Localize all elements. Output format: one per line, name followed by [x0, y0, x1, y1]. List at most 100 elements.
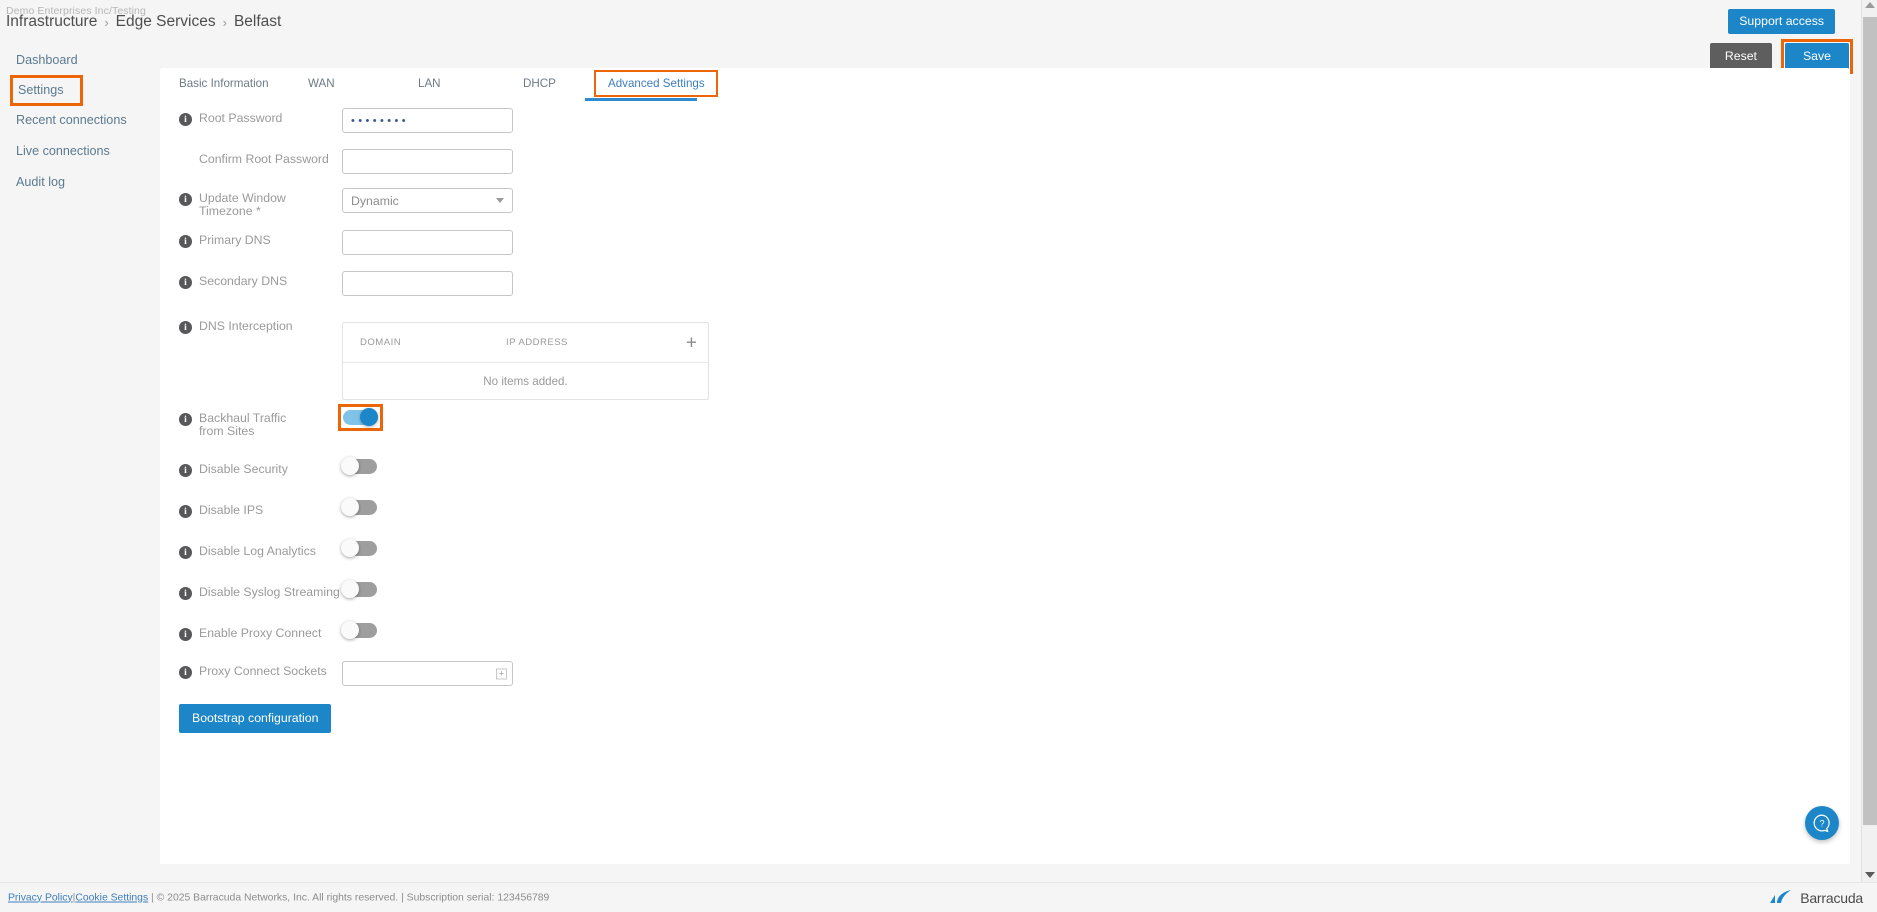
active-tab-underline — [585, 98, 697, 101]
sidebar-item-audit-log[interactable]: Audit log — [0, 172, 67, 192]
footer: Privacy Policy|Cookie Settings | © 2025 … — [0, 882, 1877, 912]
breadcrumb-item-infrastructure[interactable]: Infrastructure — [6, 13, 97, 31]
dns-interception-table: DOMAIN IP ADDRESS + No items added. — [342, 322, 709, 400]
info-icon[interactable]: i — [179, 587, 192, 600]
field-row-disable-syslog-streaming: i Disable Syslog Streaming — [179, 580, 377, 600]
field-label-disable-security: Disable Security — [199, 462, 288, 476]
field-label-dns-interception: DNS Interception — [199, 319, 293, 333]
sidebar-item-settings[interactable]: Settings — [13, 80, 66, 100]
field-row-confirm-root-password: Confirm Root Password — [179, 149, 513, 174]
field-label-disable-log-analytics: Disable Log Analytics — [199, 544, 316, 558]
help-button[interactable]: ? — [1805, 806, 1839, 840]
save-button[interactable]: Save — [1784, 43, 1849, 71]
label-cell: i Enable Proxy Connect — [179, 623, 342, 641]
tab-basic-information[interactable]: Basic Information — [179, 77, 269, 90]
field-row-disable-ips: i Disable IPS — [179, 498, 377, 518]
proxy-connect-sockets-stepper: + — [342, 661, 513, 686]
privacy-policy-link[interactable]: Privacy Policy — [8, 892, 73, 903]
top-bar: Demo Enterprises Inc/Testing Infrastruct… — [0, 0, 1861, 46]
reset-button[interactable]: Reset — [1709, 43, 1772, 71]
breadcrumb-separator-icon: › — [222, 14, 227, 30]
tab-lan[interactable]: LAN — [418, 77, 441, 90]
tab-bar: Basic Information WAN LAN DHCP Advanced … — [160, 68, 1850, 101]
primary-dns-input[interactable] — [342, 230, 513, 255]
breadcrumb-separator-icon: › — [104, 14, 109, 30]
support-access-button[interactable]: Support access — [1728, 9, 1835, 35]
label-cell: i Backhaul Traffic from Sites — [179, 408, 342, 438]
field-label-disable-syslog-streaming: Disable Syslog Streaming — [199, 585, 340, 599]
proxy-connect-sockets-input[interactable] — [342, 661, 513, 686]
sidebar-item-dashboard[interactable]: Dashboard — [0, 50, 80, 70]
field-row-dns-interception: i DNS Interception — [179, 316, 342, 334]
scroll-up-arrow-icon[interactable] — [1864, 2, 1875, 8]
label-cell: i Primary DNS — [179, 230, 342, 248]
breadcrumb-item-edge-services[interactable]: Edge Services — [116, 13, 216, 31]
table-header-row: DOMAIN IP ADDRESS + — [343, 323, 708, 363]
toggle-knob — [341, 580, 359, 598]
info-icon[interactable]: i — [179, 321, 192, 334]
enable-proxy-connect-toggle[interactable] — [341, 621, 377, 639]
sidebar-item-settings-highlight: Settings — [10, 75, 83, 106]
info-icon[interactable]: i — [179, 464, 192, 477]
footer-text: Privacy Policy|Cookie Settings | © 2025 … — [8, 892, 549, 903]
tab-advanced-settings-highlight: Advanced Settings — [594, 70, 718, 97]
field-label-proxy-connect-sockets: Proxy Connect Sockets — [199, 664, 327, 678]
root-password-value: •••••••• — [351, 114, 410, 127]
sidebar-item-live-connections[interactable]: Live connections — [0, 141, 112, 161]
update-window-timezone-select[interactable]: Dynamic — [342, 188, 513, 213]
tab-wan[interactable]: WAN — [308, 77, 335, 90]
info-icon[interactable]: i — [179, 413, 192, 426]
barracuda-logo: Barracuda — [1769, 889, 1863, 907]
footer-copyright: | © 2025 Barracuda Networks, Inc. All ri… — [151, 892, 550, 903]
sidebar-item-recent-connections[interactable]: Recent connections — [0, 110, 129, 130]
add-row-icon[interactable]: + — [686, 333, 697, 352]
label-cell: i Root Password — [179, 108, 342, 126]
disable-syslog-streaming-toggle[interactable] — [341, 580, 377, 598]
column-header-ip-address: IP ADDRESS — [506, 337, 568, 348]
info-icon[interactable]: i — [179, 666, 192, 679]
root-password-input[interactable]: •••••••• — [342, 108, 513, 133]
backhaul-toggle-highlight — [338, 404, 383, 431]
scroll-down-arrow-icon[interactable] — [1864, 872, 1875, 878]
info-icon[interactable]: i — [179, 628, 192, 641]
field-label-primary-dns: Primary DNS — [199, 233, 271, 247]
toggle-knob — [341, 621, 359, 639]
info-icon[interactable]: i — [179, 193, 192, 206]
bootstrap-configuration-button[interactable]: Bootstrap configuration — [179, 704, 332, 734]
field-label-root-password: Root Password — [199, 111, 283, 125]
tab-dhcp[interactable]: DHCP — [523, 77, 556, 90]
field-row-update-window-timezone: i Update Window Timezone * Dynamic — [179, 188, 513, 218]
info-icon[interactable]: i — [179, 505, 192, 518]
field-row-secondary-dns: i Secondary DNS — [179, 271, 513, 296]
info-icon[interactable]: i — [179, 276, 192, 289]
field-label-secondary-dns: Secondary DNS — [199, 274, 288, 288]
barracuda-fin-icon — [1770, 889, 1792, 903]
info-icon[interactable]: i — [179, 546, 192, 559]
label-cell: i Disable Syslog Streaming — [179, 582, 342, 600]
disable-security-toggle[interactable] — [341, 457, 377, 475]
disable-log-analytics-toggle[interactable] — [341, 539, 377, 557]
field-row-backhaul-traffic: i Backhaul Traffic from Sites — [179, 404, 383, 438]
scrollbar-thumb[interactable] — [1863, 17, 1877, 825]
label-cell: i Update Window Timezone * — [179, 188, 342, 218]
info-icon[interactable]: i — [179, 113, 192, 126]
field-row-root-password: i Root Password •••••••• — [179, 108, 513, 133]
label-cell: i DNS Interception — [179, 316, 342, 334]
field-row-proxy-connect-sockets: i Proxy Connect Sockets + — [179, 661, 513, 686]
backhaul-traffic-toggle[interactable] — [343, 408, 378, 426]
tab-advanced-settings[interactable]: Advanced Settings — [608, 77, 705, 90]
secondary-dns-input[interactable] — [342, 271, 513, 296]
column-header-domain: DOMAIN — [360, 337, 402, 348]
vertical-scrollbar[interactable] — [1861, 0, 1877, 882]
cookie-settings-link[interactable]: Cookie Settings — [75, 892, 148, 903]
selected-timezone-value: Dynamic — [351, 193, 399, 208]
field-label-disable-ips: Disable IPS — [199, 503, 264, 517]
disable-ips-toggle[interactable] — [341, 498, 377, 516]
info-icon[interactable]: i — [179, 235, 192, 248]
toggle-knob — [341, 539, 359, 557]
table-empty-message: No items added. — [483, 374, 568, 388]
breadcrumb-item-belfast[interactable]: Belfast — [234, 13, 281, 31]
confirm-root-password-input[interactable] — [342, 149, 513, 174]
stepper-increment-icon[interactable]: + — [496, 668, 507, 679]
label-cell: Confirm Root Password — [179, 149, 342, 166]
